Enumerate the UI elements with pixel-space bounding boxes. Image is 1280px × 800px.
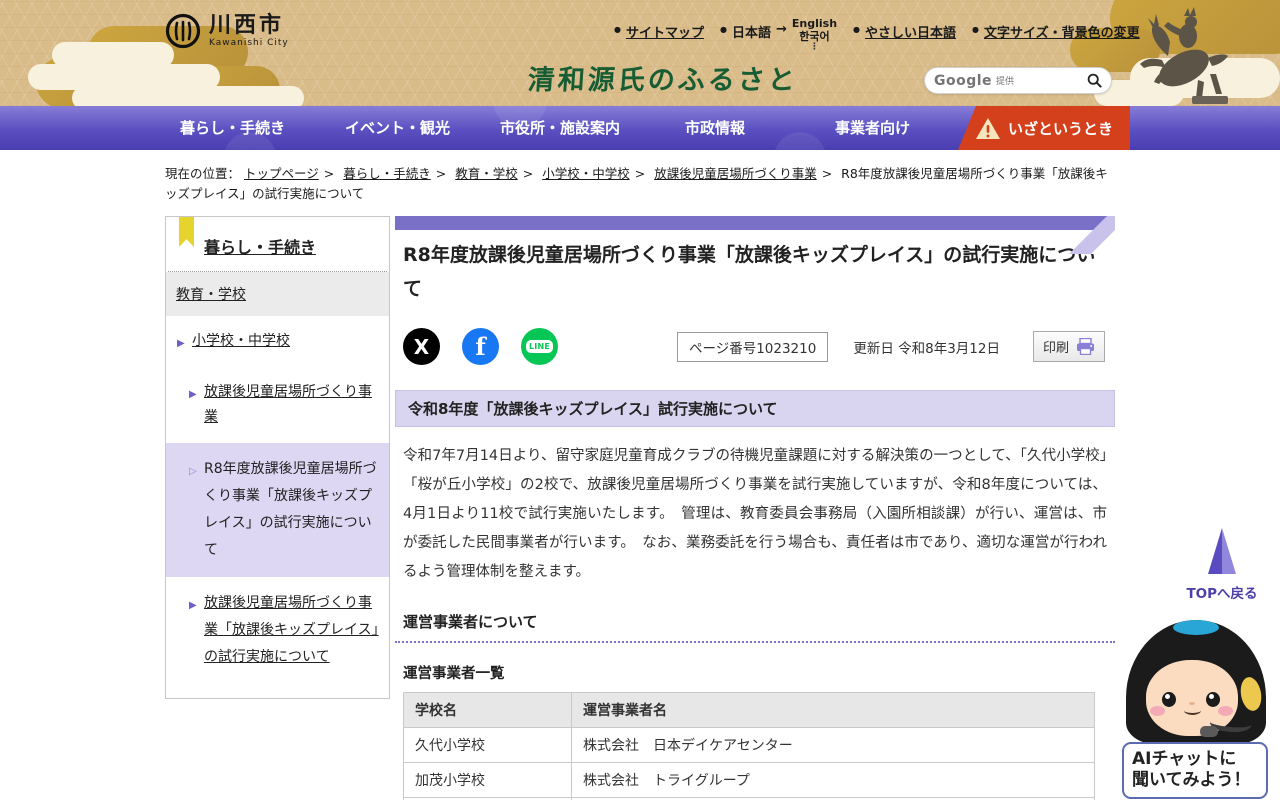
ai-chat-text-line2: 聞いてみよう！	[1132, 770, 1258, 791]
updated-date: 更新日 令和8年3月12日	[853, 337, 1000, 357]
line-logo: LINE	[526, 340, 553, 353]
white-cloud-decoration	[72, 86, 304, 106]
triangle-right-icon: ▶	[189, 382, 197, 407]
logo-text: 川西市 Kawanishi City	[209, 14, 289, 48]
col-header-school: 学校名	[404, 693, 572, 728]
mascot-mouth	[1184, 706, 1201, 715]
triangle-right-icon: ▶	[177, 331, 185, 356]
title-accent-bar	[395, 216, 1115, 254]
sidebar-title: 暮らし・手続き	[166, 217, 389, 271]
mascot-eye	[1206, 692, 1220, 707]
back-to-top-label: TOPへ戻る	[1186, 582, 1258, 602]
sidebar-item-shogakko[interactable]: ▶ 小学校・中学校	[166, 316, 389, 367]
breadcrumb-link-shogakko[interactable]: 小学校・中学校	[542, 166, 650, 181]
triangle-right-outline-icon: ▷	[189, 458, 197, 485]
printer-icon	[1076, 338, 1095, 355]
language-english-link[interactable]: English	[792, 17, 837, 30]
site-logo[interactable]: 川西市 Kawanishi City	[165, 13, 289, 49]
sidebar-category-link[interactable]: 教育・学校	[176, 287, 246, 303]
operator-name-cell: 株式会社 日本デイケアセンター	[572, 728, 1095, 763]
operators-table: 学校名 運営事業者名 久代小学校 株式会社 日本デイケアセンター 加茂小学校 株…	[403, 692, 1095, 800]
subsection-heading: 運営事業者について	[403, 613, 538, 631]
main-content: R8年度放課後児童居場所づくり事業「放課後キッズプレイス」の試行実施について X…	[395, 216, 1115, 800]
table-row: 久代小学校 株式会社 日本デイケアセンター	[404, 728, 1095, 763]
site-tagline: 清和源氏のふるさと	[527, 58, 800, 97]
nav-item-shiyakusho[interactable]: 市役所・施設案内	[500, 106, 620, 150]
school-name-cell: 加茂小学校	[404, 763, 572, 798]
nav-item-jigyosha[interactable]: 事業者向け	[835, 106, 910, 150]
breadcrumb-link-home[interactable]: トップページ	[244, 166, 339, 181]
mascot-nose	[1189, 702, 1195, 705]
mascot-blush	[1150, 706, 1165, 716]
easy-japanese-link[interactable]: やさしい日本語	[853, 22, 956, 41]
mascot-hair-accent	[1173, 620, 1219, 635]
purple-bar-decoration	[395, 216, 1115, 230]
city-emblem-icon	[165, 13, 201, 49]
display-settings-link[interactable]: 文字サイズ・背景色の変更	[972, 22, 1140, 41]
nav-item-kurashi[interactable]: 暮らし・手続き	[180, 106, 285, 150]
share-line-button[interactable]: LINE	[521, 328, 558, 365]
nav-item-shisei[interactable]: 市政情報	[685, 106, 745, 150]
nav-item-event[interactable]: イベント・観光	[345, 106, 450, 150]
col-header-operator: 運営事業者名	[572, 693, 1095, 728]
operator-name-cell: 株式会社 トライグループ	[572, 763, 1095, 798]
subsection-heading-row: 運営事業者について	[395, 611, 1115, 643]
print-button[interactable]: 印刷	[1033, 331, 1105, 362]
mascot-eye	[1162, 692, 1176, 707]
breadcrumb: 現在の位置： トップページ 暮らし・手続き 教育・学校 小学校・中学校 放課後児…	[165, 164, 1115, 204]
page: 川西市 Kawanishi City サイトマップ 日本語 → English …	[0, 0, 1280, 800]
utility-links: サイトマップ 日本語 → English 한국어 ⋮ やさしい日本語 文字サイズ…	[614, 16, 1140, 51]
table-title: 運営事業者一覧	[403, 662, 1107, 683]
sidebar-item-current-page: ▷ R8年度放課後児童居場所づくり事業「放課後キッズプレイス」の試行実施について	[166, 443, 389, 577]
share-facebook-button[interactable]: f	[462, 328, 499, 365]
section-heading: 令和8年度「放課後キッズプレイス」試行実施について	[395, 390, 1115, 427]
breadcrumb-link-hokago[interactable]: 放課後児童居場所づくり事業	[654, 166, 837, 181]
share-x-button[interactable]: X	[403, 328, 440, 365]
global-nav: 暮らし・手続き イベント・観光 市役所・施設案内 市政情報 事業者向け いざとい…	[0, 106, 1280, 150]
sitemap-link[interactable]: サイトマップ	[614, 22, 704, 41]
sidebar-item-kids-place[interactable]: ▶ 放課後児童居場所づくり事業「放課後キッズプレイス」の試行実施について	[166, 577, 389, 684]
samurai-statue-image	[1124, 2, 1236, 106]
page-number-badge: ページ番号1023210	[677, 332, 828, 362]
school-name-cell: 久代小学校	[404, 728, 572, 763]
ai-chat-text-line1: AIチャットに	[1132, 749, 1258, 770]
sidebar-category: 教育・学校	[166, 272, 389, 316]
headset-mic-icon	[1200, 726, 1218, 737]
arrow-right-icon: →	[776, 22, 787, 37]
page-meta-row: X f LINE ページ番号1023210 更新日 令和8年3月12日 印刷	[403, 328, 1115, 365]
city-name: 川西市	[209, 14, 289, 38]
language-options: English 한국어 ⋮	[792, 17, 837, 51]
ai-chat-widget[interactable]: AIチャットに 聞いてみよう！	[1122, 616, 1270, 798]
more-languages-icon[interactable]: ⋮	[810, 43, 819, 51]
search-icon[interactable]	[1087, 73, 1102, 88]
sidebar-item-hokago-jigyo[interactable]: ▶ 放課後児童居場所づくり事業	[166, 367, 389, 443]
nav-item-emergency[interactable]: いざというとき	[958, 106, 1130, 150]
language-switcher[interactable]: 日本語 → English 한국어 ⋮	[720, 22, 837, 51]
site-header: 川西市 Kawanishi City サイトマップ 日本語 → English …	[0, 0, 1280, 106]
back-to-top-button[interactable]: TOPへ戻る	[1186, 528, 1258, 602]
ai-chat-speech-bubble[interactable]: AIチャットに 聞いてみよう！	[1122, 742, 1268, 799]
sidebar-title-link[interactable]: 暮らし・手続き	[204, 238, 316, 257]
arrow-up-icon	[1208, 528, 1236, 574]
google-logo: Google	[934, 73, 992, 89]
emergency-label: いざというとき	[1008, 118, 1113, 139]
breadcrumb-link-kyoiku[interactable]: 教育・学校	[455, 166, 538, 181]
table-header-row: 学校名 運営事業者名	[404, 693, 1095, 728]
breadcrumb-prefix: 現在の位置：	[165, 166, 240, 181]
bookmark-icon	[179, 217, 194, 247]
breadcrumb-link-kurashi[interactable]: 暮らし・手続き	[343, 166, 451, 181]
print-label: 印刷	[1043, 337, 1069, 356]
provided-by-label: 提供	[996, 74, 1014, 87]
language-ja-label: 日本語	[732, 22, 771, 41]
triangle-right-icon: ▶	[189, 592, 197, 619]
body-paragraph: 令和7年7月14日より、留守家庭児童育成クラブの待機児童課題に対する解決策の一つ…	[403, 442, 1107, 587]
warning-icon	[975, 117, 1001, 140]
city-name-en: Kawanishi City	[209, 38, 289, 48]
search-input[interactable]: Google 提供	[924, 67, 1112, 94]
sidebar: 暮らし・手続き 教育・学校 ▶ 小学校・中学校 ▶ 放課後児童居場所づくり事業 …	[165, 216, 390, 699]
table-row: 加茂小学校 株式会社 トライグループ	[404, 763, 1095, 798]
